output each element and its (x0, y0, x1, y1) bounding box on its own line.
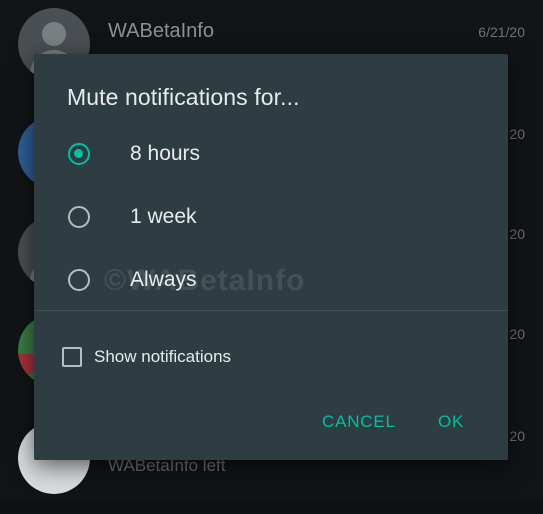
radio-unchecked-icon[interactable] (68, 206, 90, 228)
mute-notifications-dialog: Mute notifications for... 8 hours 1 week… (34, 54, 508, 460)
option-label: Always (130, 268, 197, 291)
divider (34, 310, 508, 311)
cancel-button[interactable]: CANCEL (320, 408, 398, 436)
chat-date: 20 (509, 428, 525, 444)
chat-date: 20 (509, 226, 525, 242)
option-label: 1 week (130, 205, 197, 228)
chat-date: 6/21/20 (478, 24, 525, 40)
checkbox-unchecked-icon[interactable] (62, 347, 82, 367)
option-1-week[interactable]: 1 week (66, 193, 446, 245)
show-notifications-checkbox-row[interactable]: Show notifications (60, 344, 320, 374)
show-notifications-label: Show notifications (94, 347, 232, 366)
chat-date: 20 (509, 126, 525, 142)
ok-button[interactable]: OK (436, 408, 466, 436)
option-8-hours[interactable]: 8 hours (66, 130, 446, 182)
radio-unchecked-icon[interactable] (68, 269, 90, 291)
option-always[interactable]: Always (66, 256, 446, 308)
dialog-title: Mute notifications for... (67, 84, 300, 110)
chat-date: 20 (509, 326, 525, 342)
option-label: 8 hours (130, 142, 201, 165)
radio-checked-icon[interactable] (68, 143, 90, 165)
chat-name: WABetaInfo (108, 20, 214, 42)
